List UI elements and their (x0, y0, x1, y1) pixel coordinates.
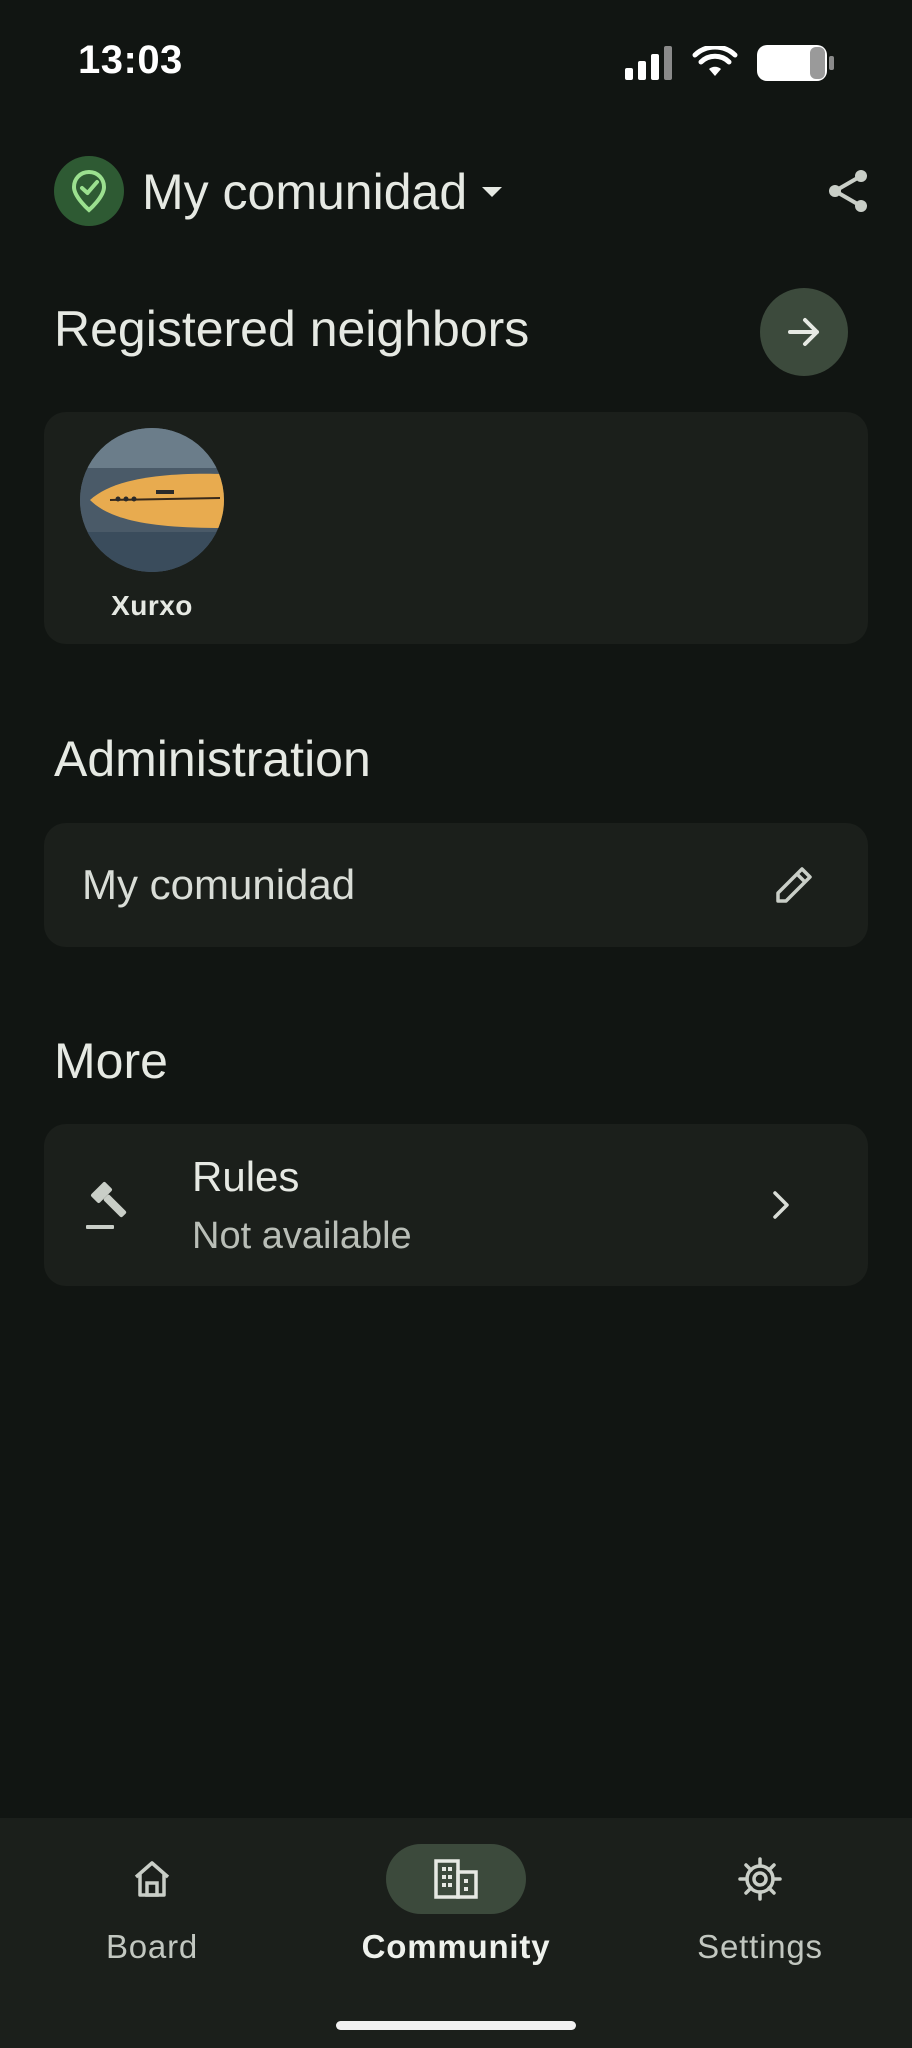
arrow-right-icon (788, 318, 819, 346)
administration-card: My comunidad (44, 823, 868, 947)
neighbor-item[interactable]: Xurxo (80, 428, 224, 622)
nav-label-settings: Settings (697, 1928, 823, 1965)
rules-text: Rules Not available (192, 1153, 770, 1258)
status-bar: 13:03 (0, 0, 912, 120)
registered-neighbors-title: Registered neighbors (54, 301, 530, 357)
location-check-icon (54, 156, 124, 226)
edit-community-row[interactable]: My comunidad (44, 823, 868, 947)
chevron-right-icon (773, 1191, 789, 1219)
neighbor-name: Xurxo (111, 590, 193, 621)
nav-label-board: Board (105, 1928, 199, 1965)
rules-subtitle: Not available (192, 1214, 412, 1257)
community-selector[interactable]: My comunidad (142, 162, 503, 222)
nav-pill-settings (690, 1844, 830, 1914)
nav-pill-community (386, 1844, 526, 1914)
more-title: More (54, 1033, 168, 1089)
home-icon (134, 1861, 170, 1897)
rules-row[interactable]: Rules Not available (44, 1124, 868, 1286)
home-indicator[interactable] (336, 2021, 576, 2030)
community-screen: 13:03 My comunidad Registered neighbors … (0, 0, 912, 2048)
more-card: Rules Not available (44, 1124, 868, 1286)
wifi-icon (692, 46, 738, 76)
battery-icon (757, 45, 834, 81)
cellular-signal-icon (625, 46, 672, 80)
pencil-icon[interactable] (772, 863, 816, 907)
nav-item-settings[interactable]: Settings (640, 1844, 880, 1966)
administration-title: Administration (54, 731, 371, 787)
building-icon (434, 1859, 478, 1899)
gear-icon (738, 1857, 782, 1901)
nav-item-community[interactable]: Community (336, 1844, 576, 1966)
rules-title: Rules (192, 1152, 300, 1200)
community-title: My comunidad (142, 164, 468, 220)
avatar (80, 428, 224, 572)
community-name-label: My comunidad (82, 861, 356, 908)
nav-label-community: Community (361, 1928, 551, 1965)
status-time: 13:03 (78, 38, 183, 82)
gavel-icon (86, 1182, 127, 1229)
neighbors-card: Xurxo (44, 412, 868, 644)
status-icons (624, 44, 836, 82)
top-app-bar: My comunidad (54, 156, 874, 228)
caret-down-icon (482, 187, 503, 197)
view-neighbors-button[interactable] (760, 288, 848, 376)
nav-pill-board (82, 1844, 222, 1914)
nav-item-board[interactable]: Board (32, 1844, 272, 1966)
share-icon[interactable] (824, 166, 874, 216)
bottom-navigation: Board Community Settings (0, 1818, 912, 2048)
